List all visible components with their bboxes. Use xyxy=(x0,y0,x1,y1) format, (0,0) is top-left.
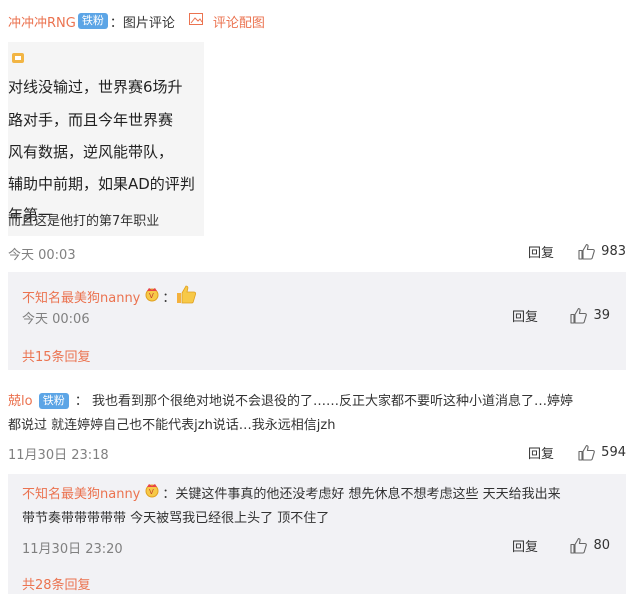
image-text-line: 风有数据，逆风能带队， xyxy=(8,143,174,161)
svg-text:V: V xyxy=(149,292,154,300)
thumbs-up-icon xyxy=(578,243,596,260)
separator: ： xyxy=(162,486,176,502)
comment-header: 冲冲冲RNG 铁粉 ： 图片评论 评论配图 xyxy=(8,10,265,32)
reply-username[interactable]: 不知名最美狗nanny xyxy=(22,483,140,507)
like-count: 39 xyxy=(593,308,610,323)
reply-actions: 回复 39 xyxy=(490,306,610,325)
svg-text:V: V xyxy=(149,488,154,496)
thumbs-up-icon xyxy=(570,307,588,324)
username[interactable]: 兢lo xyxy=(8,394,33,409)
thumbs-up-emoji-icon xyxy=(175,284,197,308)
comment-actions: 回复 594 xyxy=(506,443,626,462)
crown-badge-icon: V xyxy=(144,286,162,306)
like-count: 983 xyxy=(601,244,626,259)
thumbs-up-icon xyxy=(578,444,596,461)
image-caption: 而且这是他打的第7年职业 xyxy=(8,214,160,229)
reply-body: 不知名最美狗nanny V ： 关键这件事真的他还没考虑好 想先休息不想考虑这些… xyxy=(22,482,561,531)
like-button[interactable]: 80 xyxy=(552,537,610,554)
comment-image[interactable]: 对线没输过，世界赛6场升 路对手，而且今年世界赛 风有数据，逆风能带队， 辅助中… xyxy=(8,42,204,236)
image-icon xyxy=(188,13,203,29)
image-tag-icon xyxy=(12,53,24,63)
reply-time: 11月30日 23:20 xyxy=(22,542,123,557)
image-text-line: 辅助中前期，如果AD的评判 xyxy=(8,175,195,193)
comment-actions: 回复 983 xyxy=(506,242,626,261)
reply-button[interactable]: 回复 xyxy=(490,536,538,555)
separator: ： xyxy=(162,290,176,306)
reply-header: 不知名最美狗nanny V ： xyxy=(22,284,197,308)
separator: ： xyxy=(109,15,123,31)
username[interactable]: 冲冲冲RNG xyxy=(8,12,76,31)
image-comment-link[interactable]: 评论配图 xyxy=(213,12,265,31)
like-count: 80 xyxy=(593,538,610,553)
like-button[interactable]: 983 xyxy=(568,243,626,260)
more-replies-link[interactable]: 共15条回复 xyxy=(22,346,91,365)
reply-text: 关键这件事真的他还没考虑好 想先休息不想考虑这些 天天给我出来 xyxy=(175,486,561,502)
crown-badge-icon: V xyxy=(144,482,162,507)
comment-text-cont: 都说过 就连婷婷自己也不能代表jzh说话…我永远相信jzh xyxy=(8,418,336,433)
reply-button[interactable]: 回复 xyxy=(506,443,554,462)
like-count: 594 xyxy=(601,445,626,460)
comment-text: 图片评论 xyxy=(122,15,175,31)
reply-box: 不知名最美狗nanny V ： 关键这件事真的他还没考虑好 想先休息不想考虑这些… xyxy=(8,474,626,594)
comment-body: 兢lo 铁粉 ： 我也看到那个很绝对地说不会退役的了……反正大家都不要听这种小道… xyxy=(8,390,632,438)
reply-button[interactable]: 回复 xyxy=(506,242,554,261)
thumbs-up-icon xyxy=(570,537,588,554)
reply-text-cont: 带节奏带带带带带 今天被骂我已经很上头了 顶不住了 xyxy=(22,511,330,526)
comment-text: 我也看到那个很绝对地说不会退役的了……反正大家都不要听这种小道消息了…婷婷 xyxy=(92,394,574,409)
reply-actions: 回复 80 xyxy=(490,536,610,555)
like-button[interactable]: 594 xyxy=(568,444,626,461)
comment-time: 今天 00:03 xyxy=(8,248,76,263)
reply-username[interactable]: 不知名最美狗nanny xyxy=(22,287,140,306)
separator: ： xyxy=(74,394,88,409)
like-button[interactable]: 39 xyxy=(552,307,610,324)
image-text-line: 对线没输过，世界赛6场升 xyxy=(8,78,183,96)
reply-time: 今天 00:06 xyxy=(22,312,90,327)
fan-badge: 铁粉 xyxy=(77,13,108,29)
image-text-line: 路对手，而且今年世界赛 xyxy=(8,111,174,129)
more-replies-link[interactable]: 共28条回复 xyxy=(22,574,91,593)
fan-badge: 铁粉 xyxy=(38,393,69,409)
comment-time: 11月30日 23:18 xyxy=(8,448,109,463)
reply-box: 不知名最美狗nanny V ： 今天 00:06 回复 39 共15条回复 xyxy=(8,272,626,370)
reply-button[interactable]: 回复 xyxy=(490,306,538,325)
